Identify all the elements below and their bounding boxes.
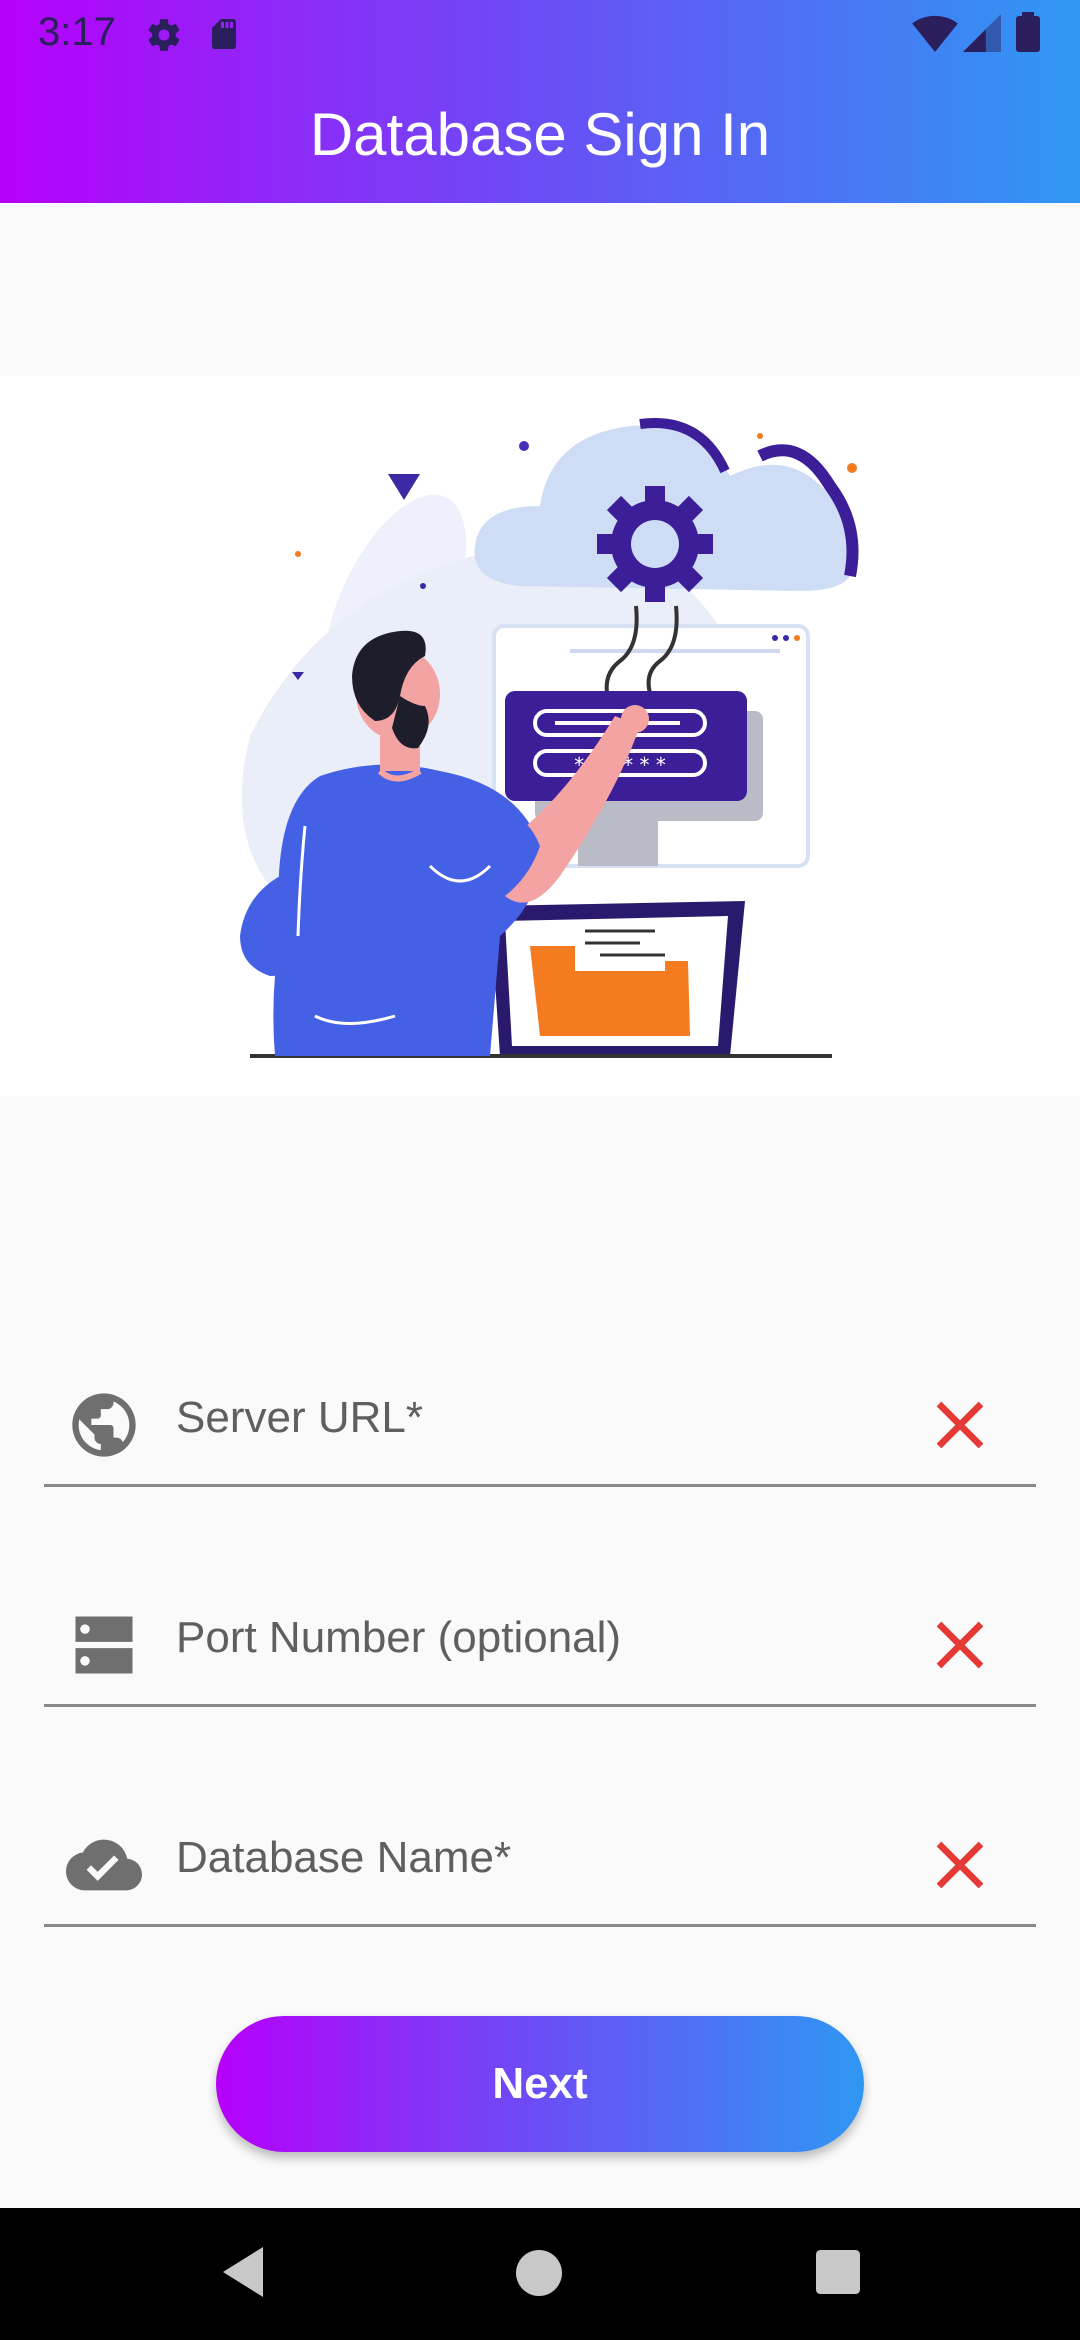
home-icon[interactable] [516, 2250, 562, 2296]
database-name-underline [44, 1924, 1036, 1927]
wifi-icon [912, 15, 958, 52]
settings-icon [148, 19, 180, 51]
database-name-field[interactable]: Database Name* [44, 1797, 1036, 1927]
server-url-field[interactable]: Server URL* [44, 1357, 1036, 1487]
app-bar: 3:17 Database Sign In [0, 0, 1080, 203]
login-illustration: * * * * * * [0, 376, 1080, 1096]
signal-icon [963, 14, 1001, 52]
server-url-label: Server URL* [176, 1393, 423, 1442]
port-number-field[interactable]: Port Number (optional) [44, 1577, 1036, 1707]
server-url-underline [44, 1484, 1036, 1487]
system-nav-bar [0, 2208, 1080, 2340]
page-title: Database Sign In [309, 101, 771, 168]
sd-card-icon [212, 19, 236, 49]
battery-icon [1016, 12, 1040, 52]
database-name-label: Database Name* [176, 1833, 512, 1882]
clear-port-number-icon[interactable] [924, 1609, 996, 1681]
illustration-image: * * * * * * [240, 418, 859, 1058]
recents-icon[interactable] [816, 2250, 860, 2294]
back-icon[interactable] [218, 2244, 268, 2300]
next-button[interactable]: Next [216, 2016, 864, 2152]
globe-icon [72, 1393, 136, 1457]
port-number-label: Port Number (optional) [176, 1613, 622, 1662]
status-bar: 3:17 [0, 0, 1080, 66]
clear-database-name-icon[interactable] [924, 1829, 996, 1901]
cloud-done-icon [66, 1839, 142, 1891]
status-time: 3:17 [38, 10, 116, 54]
clear-server-url-icon[interactable] [924, 1389, 996, 1461]
port-number-underline [44, 1704, 1036, 1707]
server-icon [75, 1616, 133, 1674]
